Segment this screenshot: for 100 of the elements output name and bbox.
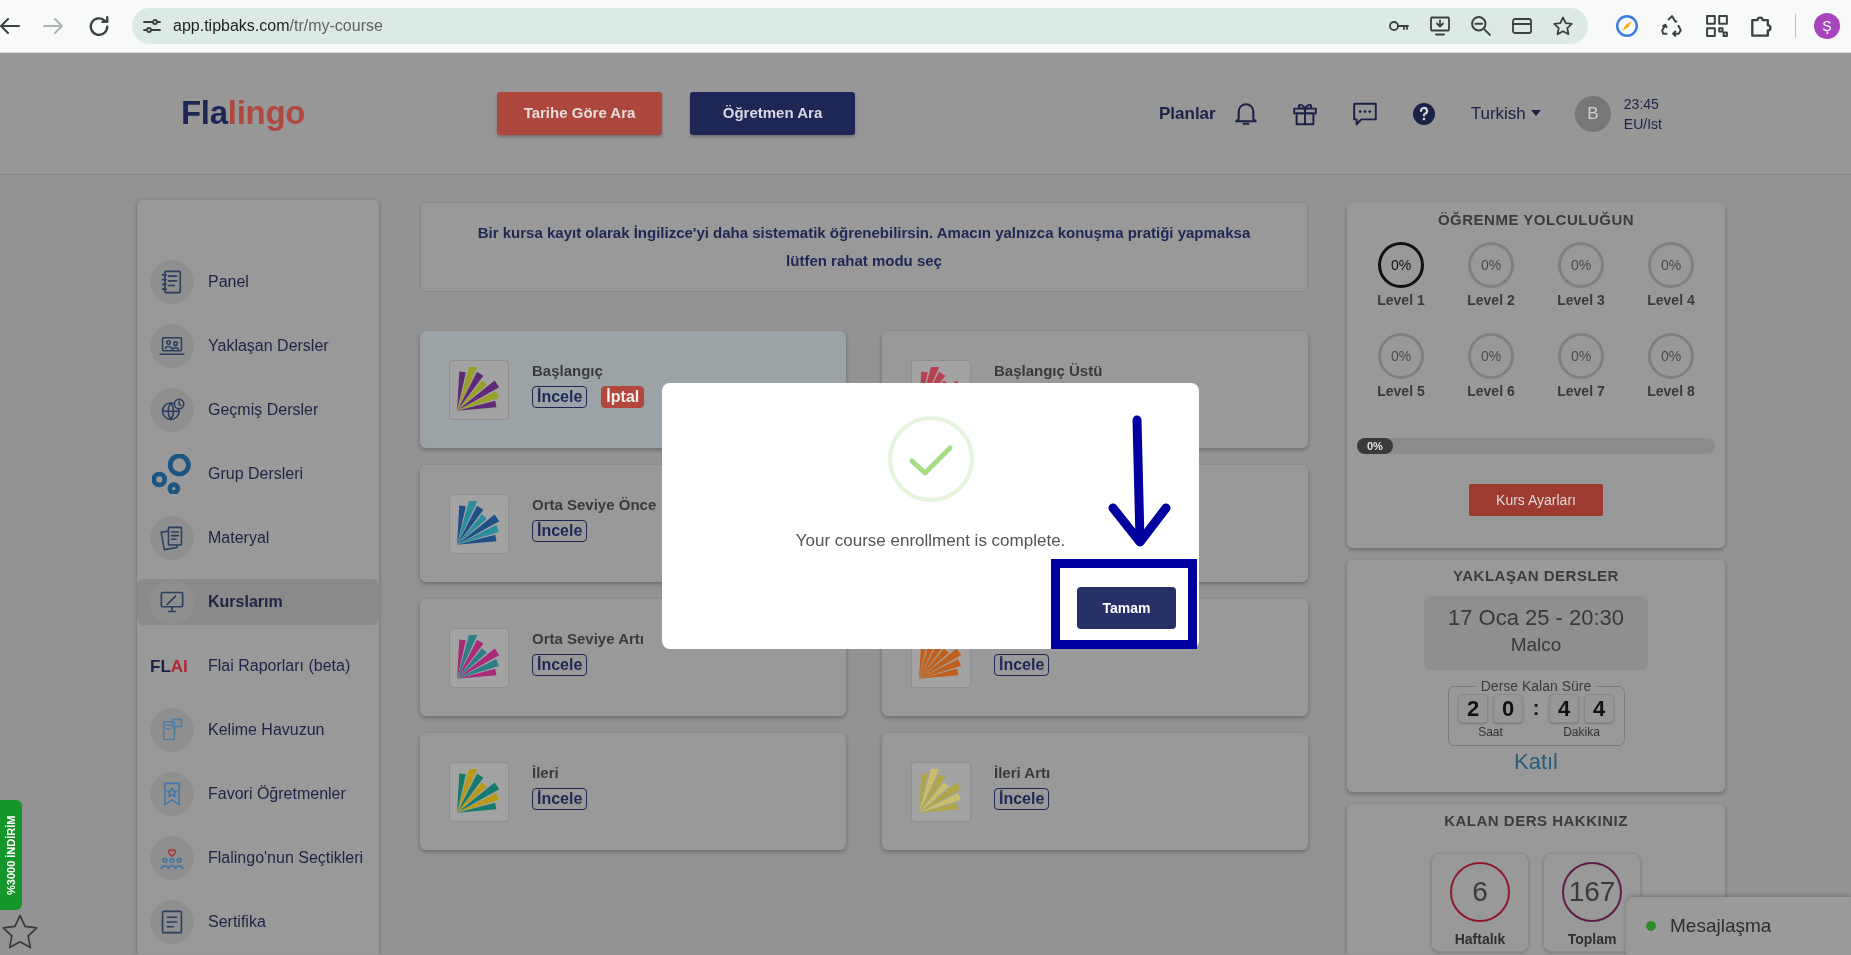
puzzle-icon[interactable] <box>1751 15 1773 37</box>
level-label: Level 2 <box>1467 291 1515 309</box>
review-button[interactable]: İncele <box>532 654 588 676</box>
level-label: Level 6 <box>1467 382 1515 400</box>
monitor-icon <box>150 580 194 624</box>
sidebar-item[interactable]: Grup Dersleri <box>137 451 379 497</box>
credit-label: Haftalık <box>1454 930 1506 948</box>
section-title: KALAN DERS HAKKINIZ <box>1444 811 1628 831</box>
timezone-label: EU/Ist <box>1623 114 1662 134</box>
level-ring: 0% <box>1648 333 1694 379</box>
user-avatar[interactable]: B <box>1574 95 1611 132</box>
sidebar-item[interactable]: Favori Öğretmenler <box>137 771 379 817</box>
gift-icon[interactable] <box>1292 101 1317 126</box>
modal-message: Your course enrollment is complete. <box>795 531 1066 551</box>
level-label: Level 3 <box>1557 291 1605 309</box>
book-chat-icon <box>150 708 194 752</box>
success-check-icon <box>886 415 975 503</box>
site-settings-icon[interactable] <box>143 17 161 35</box>
review-button[interactable]: İncele <box>994 788 1050 810</box>
course-settings-button[interactable]: Kurs Ayarları <box>1469 484 1603 516</box>
credit-ring: 167 <box>1562 862 1622 922</box>
progress-reading: 0% <box>1366 439 1383 454</box>
course-title: Başlangıç <box>532 362 604 380</box>
countdown-digit: 0 <box>1493 694 1523 723</box>
discount-tab[interactable]: %3000 İNDİRİM <box>0 800 22 910</box>
chat-icon[interactable] <box>1352 101 1377 126</box>
compass-icon[interactable] <box>1616 15 1638 37</box>
date-search-button[interactable]: Tarihe Göre Ara <box>497 92 662 135</box>
level-label: Level 1 <box>1377 291 1425 309</box>
level-ring: 0% <box>1468 333 1514 379</box>
logo[interactable]: Flalingo <box>181 95 306 132</box>
review-button[interactable]: İncele <box>532 788 588 810</box>
level-ring: 0% <box>1378 333 1424 379</box>
review-button[interactable]: İncele <box>532 520 588 542</box>
plans-link[interactable]: Planlar <box>1159 100 1216 127</box>
review-button[interactable]: İncele <box>994 654 1050 676</box>
sidebar-item[interactable]: Geçmiş Dersler <box>137 387 379 433</box>
credit-ring: 6 <box>1450 862 1510 922</box>
certificate-icon <box>150 900 194 944</box>
level-ring: 0% <box>1468 242 1514 288</box>
fan-icon <box>911 761 971 822</box>
sidebar-item[interactable]: FLAI Flai Raporları (beta) <box>137 643 379 689</box>
countdown-digit: 2 <box>1458 694 1488 723</box>
countdown-digit: 4 <box>1584 694 1614 723</box>
cancel-button[interactable]: İptal <box>601 386 645 408</box>
star-icon[interactable] <box>1553 16 1573 36</box>
address-field[interactable]: app.tipbaks.com/tr/my-course <box>132 8 1588 44</box>
circles-icon <box>150 452 194 496</box>
card-icon[interactable] <box>1512 16 1532 36</box>
sidebar-item[interactable]: Panel <box>137 259 379 305</box>
level-ring: 0% <box>1648 242 1694 288</box>
level-label: Level 5 <box>1377 382 1425 400</box>
profile-avatar[interactable]: Ş <box>1814 13 1840 39</box>
help-icon[interactable] <box>1412 102 1435 125</box>
back-icon[interactable] <box>0 16 20 36</box>
messaging-widget[interactable]: Mesajlaşma <box>1626 897 1851 955</box>
credit-label: Toplam <box>1567 930 1617 948</box>
countdown-unit: Saat <box>1477 725 1504 739</box>
sidebar-item[interactable]: Kurslarım <box>137 579 379 625</box>
sidebar-item[interactable]: Materyal <box>137 515 379 561</box>
countdown-separator: : <box>1531 696 1541 721</box>
review-button[interactable]: İncele <box>532 386 588 408</box>
fan-icon <box>449 761 509 822</box>
recycle-icon[interactable] <box>1661 15 1683 37</box>
course-title: İleri Artı <box>994 764 1051 782</box>
notice-text: Bir kursa kayıt olarak İngilizce'yi daha sistematik öğrenebilirsin. Amacın yalnızca konuşma pratiği yapmaksa lütfen rahat modu seç <box>476 223 1252 271</box>
course-title: İleri <box>532 764 560 782</box>
course-title: Orta Seviye Önce <box>532 496 657 514</box>
teacher-name: Malco <box>1510 633 1562 657</box>
ok-button[interactable]: Tamam <box>1077 587 1176 629</box>
level-ring: 0% <box>1558 333 1604 379</box>
section-title: YAKLAŞAN DERSLER <box>1453 566 1619 586</box>
course-title: Orta Seviye Artı <box>532 630 644 648</box>
caret-icon <box>1530 109 1541 116</box>
level-label: Level 4 <box>1647 291 1695 309</box>
level-label: Level 7 <box>1557 382 1605 400</box>
sidebar-item[interactable]: Kelime Havuzun <box>137 707 379 753</box>
teacher-search-button[interactable]: Öğretmen Ara <box>690 92 855 135</box>
level-ring: 0% <box>1378 242 1424 288</box>
countdown-legend: Derse Kalan Süre <box>1474 678 1598 694</box>
bell-icon[interactable] <box>1234 102 1257 125</box>
people-hearts-icon <box>150 836 194 880</box>
language-dropdown[interactable]: Turkish <box>1470 100 1541 127</box>
install-icon[interactable] <box>1430 16 1450 36</box>
sidebar-item[interactable]: Sertifika <box>137 899 379 945</box>
star-icon <box>2 914 38 950</box>
fan-icon <box>449 493 509 554</box>
qr-code-icon[interactable] <box>1706 15 1728 37</box>
zoom-out-icon[interactable] <box>1471 16 1491 36</box>
laptop-icon <box>150 324 194 368</box>
section-title: ÖĞRENME YOLCULUĞUN <box>1437 210 1635 230</box>
documents-icon <box>150 516 194 560</box>
notebook-icon <box>150 260 194 304</box>
clock-time: 23:45 <box>1623 94 1660 114</box>
sidebar-item[interactable]: Yaklaşan Dersler <box>137 323 379 369</box>
sidebar-item[interactable]: Flalingo'nun Seçtikleri <box>137 835 379 881</box>
fan-icon <box>449 627 509 688</box>
reload-icon[interactable] <box>89 16 109 36</box>
countdown-digit: 4 <box>1549 694 1579 723</box>
globe-clock-icon <box>150 388 194 432</box>
